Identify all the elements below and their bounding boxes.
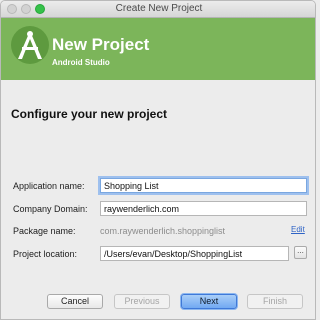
project-location-input[interactable] <box>100 246 289 261</box>
project-location-label: Project location: <box>13 249 78 259</box>
banner-subtitle: Android Studio <box>52 58 110 67</box>
section-title: Configure your new project <box>11 107 168 121</box>
banner-title: New Project <box>52 35 150 54</box>
package-name-value: com.raywenderlich.shoppinglist <box>100 226 226 236</box>
finish-button[interactable]: Finish <box>247 294 303 309</box>
ellipsis-icon: ... <box>297 246 304 255</box>
application-name-input[interactable] <box>100 178 307 193</box>
window-title: Create New Project <box>115 3 203 14</box>
cancel-button[interactable]: Cancel <box>47 294 103 309</box>
company-domain-label: Company Domain: <box>13 204 88 214</box>
application-name-label: Application name: <box>13 181 85 191</box>
android-studio-logo-icon <box>11 26 49 64</box>
create-project-window: Create New Project New Project Android S… <box>0 0 316 320</box>
package-name-label: Package name: <box>13 226 76 236</box>
title-bar: Create New Project <box>1 1 315 18</box>
previous-button[interactable]: Previous <box>114 294 170 309</box>
header-banner: New Project Android Studio <box>1 18 315 80</box>
next-button[interactable]: Next <box>181 294 237 309</box>
edit-package-link[interactable]: Edit <box>291 225 305 234</box>
company-domain-input[interactable] <box>100 201 307 216</box>
browse-location-button[interactable]: ... <box>294 246 307 259</box>
